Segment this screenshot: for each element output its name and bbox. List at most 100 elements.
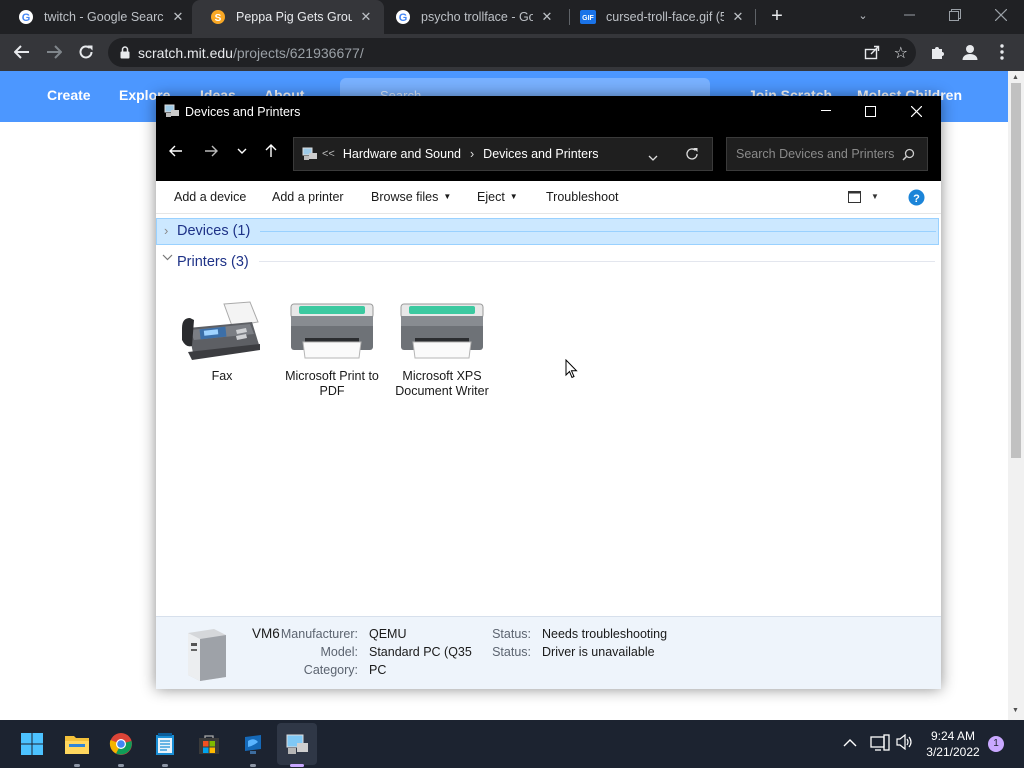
expand-chevron-icon[interactable]: › xyxy=(164,223,168,238)
window-minimize-icon[interactable] xyxy=(814,100,838,122)
address-history-chevron-icon[interactable] xyxy=(648,150,658,164)
share-icon[interactable] xyxy=(864,44,880,63)
devices-printers-taskbar-icon[interactable] xyxy=(281,728,313,760)
refresh-icon[interactable] xyxy=(685,147,699,164)
devices-group-header[interactable]: › Devices (1) xyxy=(156,218,939,245)
running-indicator xyxy=(118,764,124,767)
scrollbar-thumb[interactable] xyxy=(1011,83,1021,458)
back-arrow-icon[interactable] xyxy=(8,38,36,66)
scroll-down-arrow-icon[interactable]: ▼ xyxy=(1012,707,1019,714)
microsoft-store-icon[interactable] xyxy=(193,728,225,760)
printer-item-fax[interactable]: Fax xyxy=(172,292,272,384)
tab-separator xyxy=(755,9,756,25)
page-scrollbar[interactable]: ▲ ▼ xyxy=(1008,71,1024,720)
start-windows-icon[interactable] xyxy=(16,728,48,760)
tab-cursed-troll-face[interactable]: GIF cursed-troll-face.gif (5 ✕ xyxy=(562,0,756,34)
manufacturer-value: QEMU xyxy=(369,627,407,641)
url-text: scratch.mit.edu/projects/621936677/ xyxy=(138,45,364,61)
chrome-icon[interactable] xyxy=(105,728,137,760)
clock[interactable]: 9:24 AM 3/21/2022 xyxy=(922,728,984,760)
manufacturer-label: Manufacturer: xyxy=(280,627,358,641)
bookmark-star-icon[interactable]: ☆ xyxy=(894,43,908,63)
printers-group-header[interactable]: Printers (3) xyxy=(156,249,941,276)
clock-date: 3/21/2022 xyxy=(926,745,980,759)
printer-item-microsoft-print-to-pdf[interactable]: Microsoft Print to PDF xyxy=(282,292,382,399)
collapse-chevron-icon[interactable] xyxy=(162,252,173,264)
window-title: Devices and Printers xyxy=(185,105,301,119)
tab-title: Peppa Pig Gets Grounded xyxy=(236,10,352,24)
recent-locations-chevron-icon[interactable] xyxy=(230,139,254,163)
remote-desktop-icon[interactable] xyxy=(237,728,269,760)
restore-icon[interactable] xyxy=(932,0,978,30)
close-tab-icon[interactable]: ✕ xyxy=(358,9,374,25)
forward-arrow-icon[interactable] xyxy=(199,139,223,163)
printer-name: Fax xyxy=(211,369,233,383)
nav-create[interactable]: Create xyxy=(47,87,91,103)
window-close-icon[interactable] xyxy=(904,100,928,122)
browse-files-label: Browse files xyxy=(371,190,439,204)
category-value: PC xyxy=(369,663,387,677)
troubleshoot-button[interactable]: Troubleshoot xyxy=(546,190,619,204)
change-view-icon[interactable] xyxy=(848,191,861,206)
add-printer-button[interactable]: Add a printer xyxy=(272,190,344,204)
tab-title: psycho trollface - Google xyxy=(421,10,533,24)
new-tab-button[interactable]: + xyxy=(766,5,788,27)
explorer-address-bar[interactable]: << Hardware and Sound › Devices and Prin… xyxy=(293,137,713,171)
notification-badge[interactable]: 1 xyxy=(988,736,1004,752)
view-options-caret-icon[interactable]: ▼ xyxy=(871,192,879,201)
menu-kebab-icon[interactable] xyxy=(988,38,1016,66)
eject-button[interactable]: Eject ▼ xyxy=(477,190,518,204)
help-icon[interactable]: ? xyxy=(908,189,925,209)
tab-peppa-pig[interactable]: S Peppa Pig Gets Grounded ✕ xyxy=(192,0,384,34)
explorer-search-box[interactable]: Search Devices and Printers xyxy=(726,137,928,171)
extensions-puzzle-icon[interactable] xyxy=(924,38,952,66)
search-placeholder: Search Devices and Printers xyxy=(736,147,895,161)
profile-avatar-icon[interactable] xyxy=(956,38,984,66)
close-tab-icon[interactable]: ✕ xyxy=(539,9,555,25)
up-arrow-icon[interactable] xyxy=(259,139,283,163)
notepad-icon[interactable] xyxy=(149,728,181,760)
devices-printers-icon xyxy=(302,147,318,161)
network-icon[interactable] xyxy=(870,734,890,755)
tab-psycho-trollface[interactable]: G psycho trollface - Google ✕ xyxy=(377,0,565,34)
breadcrumb-hardware-and-sound[interactable]: Hardware and Sound xyxy=(343,147,461,161)
running-indicator xyxy=(250,764,256,767)
close-tab-icon[interactable]: ✕ xyxy=(730,9,746,25)
scratch-icon: S xyxy=(210,9,226,25)
close-browser-icon[interactable] xyxy=(978,0,1024,30)
svg-text:G: G xyxy=(399,12,408,24)
scroll-up-arrow-icon[interactable]: ▲ xyxy=(1012,74,1019,81)
tab-twitch-search[interactable]: G twitch - Google Search ✕ xyxy=(0,0,196,34)
add-device-button[interactable]: Add a device xyxy=(174,190,246,204)
minimize-icon[interactable] xyxy=(886,0,932,30)
close-tab-icon[interactable]: ✕ xyxy=(170,9,186,25)
status-value-2: Driver is unavailable xyxy=(542,645,655,659)
window-maximize-icon[interactable] xyxy=(858,100,882,122)
back-arrow-icon[interactable] xyxy=(164,139,188,163)
device-name: VM6 xyxy=(252,626,280,641)
pc-tower-icon xyxy=(184,627,228,684)
explorer-navigation-bar: << Hardware and Sound › Devices and Prin… xyxy=(156,127,941,181)
details-pane: VM6 Manufacturer: QEMU Model: Standard P… xyxy=(156,616,941,689)
forward-arrow-icon[interactable] xyxy=(40,38,68,66)
search-icon[interactable] xyxy=(902,148,915,164)
devices-group-label: Devices (1) xyxy=(177,223,251,239)
command-bar: Add a device Add a printer Browse files ▼… xyxy=(156,181,941,214)
printer-item-microsoft-xps-document-writer[interactable]: Microsoft XPS Document Writer xyxy=(392,292,492,399)
breadcrumb-devices-and-printers[interactable]: Devices and Printers xyxy=(483,147,598,161)
file-explorer-folder-icon[interactable] xyxy=(61,728,93,760)
status-label: Status: xyxy=(492,627,531,641)
address-bar[interactable]: scratch.mit.edu/projects/621936677/ ☆ xyxy=(108,38,916,67)
window-titlebar[interactable]: Devices and Printers xyxy=(156,96,941,127)
tab-title: cursed-troll-face.gif (5 xyxy=(606,10,724,24)
svg-text:?: ? xyxy=(913,193,920,205)
volume-icon[interactable] xyxy=(896,733,914,753)
running-indicator xyxy=(74,764,80,767)
browse-files-button[interactable]: Browse files ▼ xyxy=(371,190,451,204)
windows-taskbar: 9:24 AM 3/21/2022 1 xyxy=(0,720,1024,768)
reload-icon[interactable] xyxy=(72,38,100,66)
show-hidden-icons-chevron-icon[interactable] xyxy=(843,736,857,750)
tab-search-chevron-icon[interactable]: ⌄ xyxy=(840,0,886,30)
browser-toolbar: scratch.mit.edu/projects/621936677/ ☆ xyxy=(0,34,1024,71)
breadcrumb-overflow[interactable]: << xyxy=(322,148,335,160)
